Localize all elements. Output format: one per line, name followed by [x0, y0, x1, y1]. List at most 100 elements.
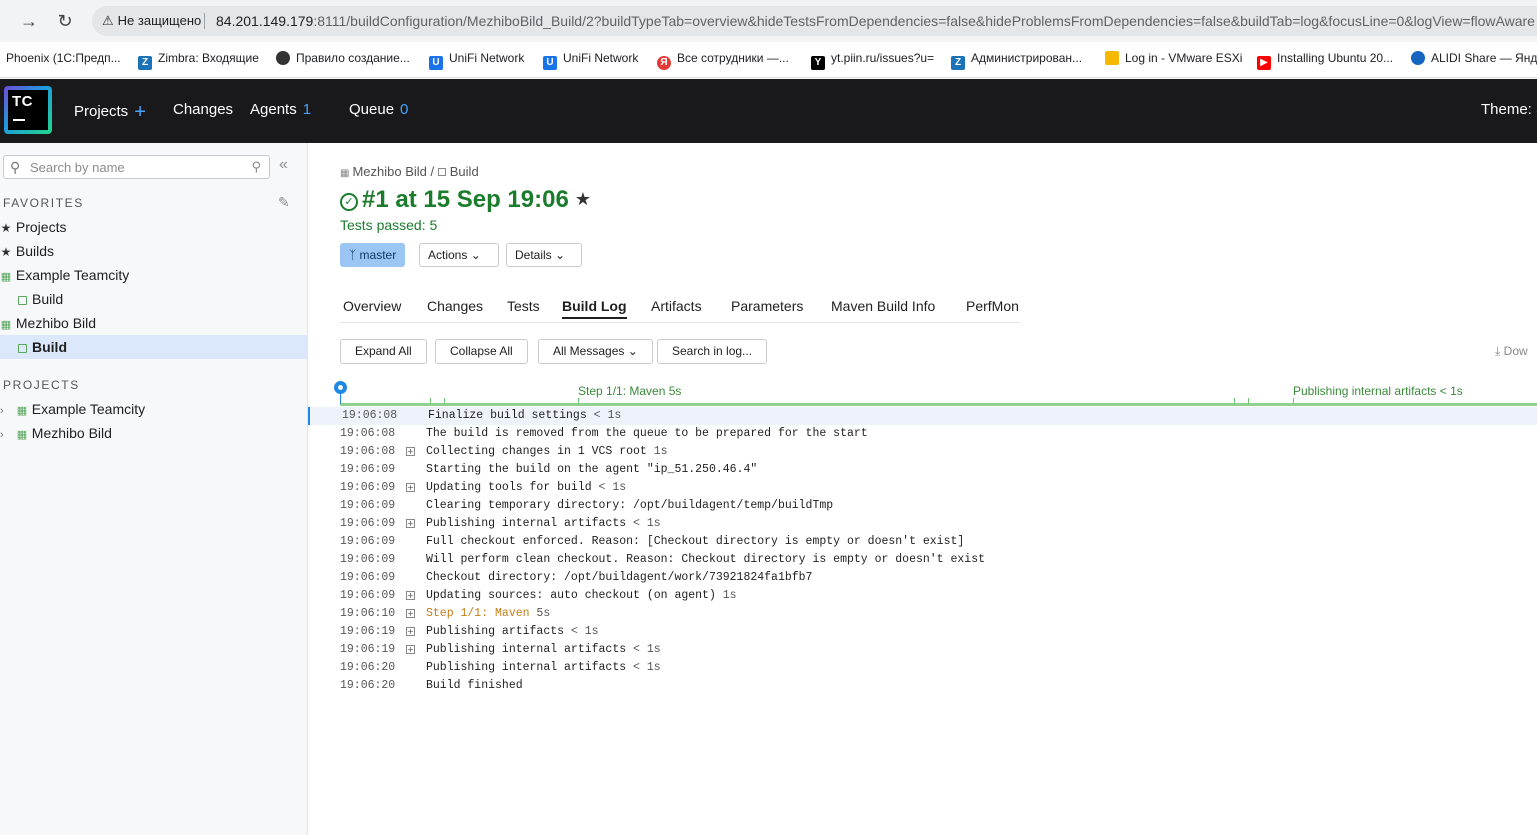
- log-row[interactable]: 19:06:08 Finalize build settings < 1s: [308, 407, 1537, 425]
- bookmark-item[interactable]: Z Администрирован...: [951, 51, 1082, 70]
- nav-queue[interactable]: Queue 0: [349, 101, 408, 118]
- sidebar-item-mezhibo-bild[interactable]: ▦ Mezhibo Bild: [0, 311, 307, 335]
- log-row[interactable]: 19:06:09 Clearing temporary directory: /o…: [308, 497, 1537, 515]
- bookmark-item[interactable]: Phoenix (1С:Предп...: [6, 51, 121, 65]
- nav-agents[interactable]: Agents 1: [250, 101, 311, 118]
- log-row[interactable]: 19:06:09 + Updating sources: auto checkout…: [308, 587, 1537, 605]
- tab-parameters[interactable]: Parameters: [731, 298, 803, 314]
- expand-icon[interactable]: +: [406, 645, 415, 654]
- search-input[interactable]: [30, 158, 240, 176]
- sidebar-item-build-selected[interactable]: Build: [0, 335, 307, 359]
- bookmark-item[interactable]: Я Все сотрудники —...: [657, 51, 789, 70]
- expand-icon[interactable]: +: [406, 609, 415, 618]
- download-log-button[interactable]: ⤓ Dow: [1495, 344, 1528, 359]
- log-message: Clearing temporary directory: /opt/build…: [426, 497, 833, 515]
- log-row[interactable]: 19:06:09 + Publishing internal artifacts <…: [308, 515, 1537, 533]
- log-row[interactable]: 19:06:08 + Collecting changes in 1 VCS roo…: [308, 443, 1537, 461]
- reload-icon[interactable]: ↻: [52, 8, 78, 34]
- log-row[interactable]: 19:06:09 Full checkout enforced. Reason: …: [308, 533, 1537, 551]
- youtube-icon: ▶: [1257, 56, 1271, 70]
- bookmark-item[interactable]: Z Zimbra: Входящие: [138, 51, 259, 70]
- log-row[interactable]: 19:06:08 The build is removed from the qu…: [308, 425, 1537, 443]
- chevron-down-icon: ⌄: [470, 248, 481, 262]
- tab-perfmon[interactable]: PerfMon: [966, 298, 1019, 314]
- nav-changes[interactable]: Changes: [173, 101, 233, 118]
- log-message: Will perform clean checkout. Reason: Che…: [426, 551, 985, 569]
- details-button[interactable]: Details ⌄: [506, 243, 582, 267]
- log-row[interactable]: 19:06:09 Will perform clean checkout. Rea…: [308, 551, 1537, 569]
- bookmark-item[interactable]: Log in - VMware ESXi: [1105, 51, 1242, 65]
- teamcity-logo[interactable]: TC: [4, 86, 52, 134]
- branch-badge[interactable]: ᛉ master: [340, 243, 406, 267]
- log-timestamp: 19:06:09: [340, 481, 396, 494]
- tab-artifacts[interactable]: Artifacts: [651, 298, 702, 314]
- log-row[interactable]: 19:06:10 + Step 1/1: Maven 5s: [308, 605, 1537, 623]
- expand-icon[interactable]: +: [406, 591, 415, 600]
- location-pin-icon[interactable]: [334, 381, 347, 394]
- log-duration: < 1s: [586, 409, 622, 422]
- expand-icon[interactable]: +: [406, 627, 415, 636]
- sidebar-item-build[interactable]: Build: [0, 287, 307, 311]
- tab-changes[interactable]: Changes: [427, 298, 483, 314]
- bookmark-item[interactable]: Правило создание...: [276, 51, 410, 65]
- collapse-all-button[interactable]: Collapse All: [435, 339, 528, 364]
- tab-maven-build-info[interactable]: Maven Build Info: [831, 298, 935, 314]
- bookmark-item[interactable]: U UniFi Network: [429, 51, 524, 70]
- tab-overview[interactable]: Overview: [343, 298, 401, 314]
- sidebar-item-projects[interactable]: ★ Projects: [0, 215, 307, 239]
- timeline-tick: [1293, 398, 1294, 404]
- page-title: ✓ #1 at 15 Sep 19:06 ★: [340, 186, 591, 214]
- build-config-icon: [437, 168, 446, 176]
- bookmark-item[interactable]: U UniFi Network: [543, 51, 638, 70]
- bookmark-item[interactable]: Yyt.piin.ru/issues?u=: [811, 51, 934, 70]
- log-timestamp: 19:06:19: [340, 625, 396, 638]
- log-row[interactable]: 19:06:20 Build finished: [308, 677, 1537, 695]
- add-project-icon[interactable]: +: [134, 101, 146, 123]
- expand-all-button[interactable]: Expand All: [340, 339, 427, 364]
- project-tree-mezhibo-bild[interactable]: › ▦ Mezhibo Bild: [0, 421, 307, 445]
- sidebar-item-builds[interactable]: ★ Builds: [0, 239, 307, 263]
- project-icon: ▦: [0, 319, 12, 331]
- search-in-log-button[interactable]: Search in log...: [657, 339, 768, 364]
- sidebar-item-example-teamcity[interactable]: ▦ Example Teamcity: [0, 263, 307, 287]
- address-bar[interactable]: ⚠ Не защищено 84.201.149.179:8111/buildCo…: [92, 6, 1537, 36]
- log-message: Publishing internal artifacts < 1s: [426, 641, 661, 659]
- expand-icon[interactable]: +: [406, 519, 415, 528]
- tests-status[interactable]: Tests passed: 5: [340, 217, 437, 233]
- bookmark-item[interactable]: ALIDI Share — Янде: [1411, 51, 1537, 65]
- log-row[interactable]: 19:06:19 + Publishing internal artifacts <…: [308, 641, 1537, 659]
- logo-text: TC: [12, 93, 33, 110]
- bookmark-item[interactable]: ▶ Installing Ubuntu 20...: [1257, 51, 1393, 70]
- log-text: Updating sources: auto checkout (on agen…: [426, 589, 716, 602]
- log-row[interactable]: 19:06:09 Checkout directory: /opt/buildag…: [308, 569, 1537, 587]
- theme-switcher[interactable]: Theme: S: [1481, 101, 1537, 118]
- chevron-down-icon: ⌄: [627, 344, 638, 358]
- edit-icon[interactable]: ✎: [278, 194, 290, 211]
- tab-tests[interactable]: Tests: [507, 298, 540, 314]
- sidebar-search[interactable]: ⚲ ⚲: [3, 155, 270, 179]
- breadcrumb-project[interactable]: Mezhibo Bild: [352, 164, 426, 179]
- all-messages-dropdown[interactable]: All Messages ⌄: [538, 339, 653, 364]
- security-indicator[interactable]: ⚠ Не защищено: [102, 13, 201, 29]
- breadcrumb-build[interactable]: Build: [450, 164, 479, 179]
- forward-icon[interactable]: →: [16, 8, 42, 34]
- nav-projects[interactable]: Projects +: [74, 101, 146, 124]
- expand-icon[interactable]: +: [406, 483, 415, 492]
- timeline-step-label[interactable]: Step 1/1: Maven 5s: [578, 384, 681, 398]
- url-text[interactable]: 84.201.149.179:8111/buildConfiguration/M…: [216, 13, 1535, 29]
- actions-button[interactable]: Actions ⌄: [419, 243, 499, 267]
- log-row[interactable]: 19:06:20 Publishing internal artifacts < …: [308, 659, 1537, 677]
- timeline-publish-label[interactable]: Publishing internal artifacts < 1s: [1293, 384, 1463, 398]
- timeline-tick: [430, 398, 431, 404]
- log-row[interactable]: 19:06:09 Starting the build on the agent …: [308, 461, 1537, 479]
- star-icon[interactable]: ★: [575, 189, 591, 209]
- collapse-sidebar-icon[interactable]: «: [279, 156, 288, 174]
- expand-icon[interactable]: +: [406, 447, 415, 456]
- tab-build-log[interactable]: Build Log: [562, 298, 627, 319]
- log-row[interactable]: 19:06:09 + Updating tools for build < 1s: [308, 479, 1537, 497]
- log-duration: < 1s: [626, 643, 661, 656]
- project-tree-example-teamcity[interactable]: › ▦ Example Teamcity: [0, 397, 307, 421]
- log-row[interactable]: 19:06:19 + Publishing artifacts < 1s: [308, 623, 1537, 641]
- chevron-right-icon[interactable]: ›: [0, 423, 12, 447]
- chevron-right-icon[interactable]: ›: [0, 399, 12, 423]
